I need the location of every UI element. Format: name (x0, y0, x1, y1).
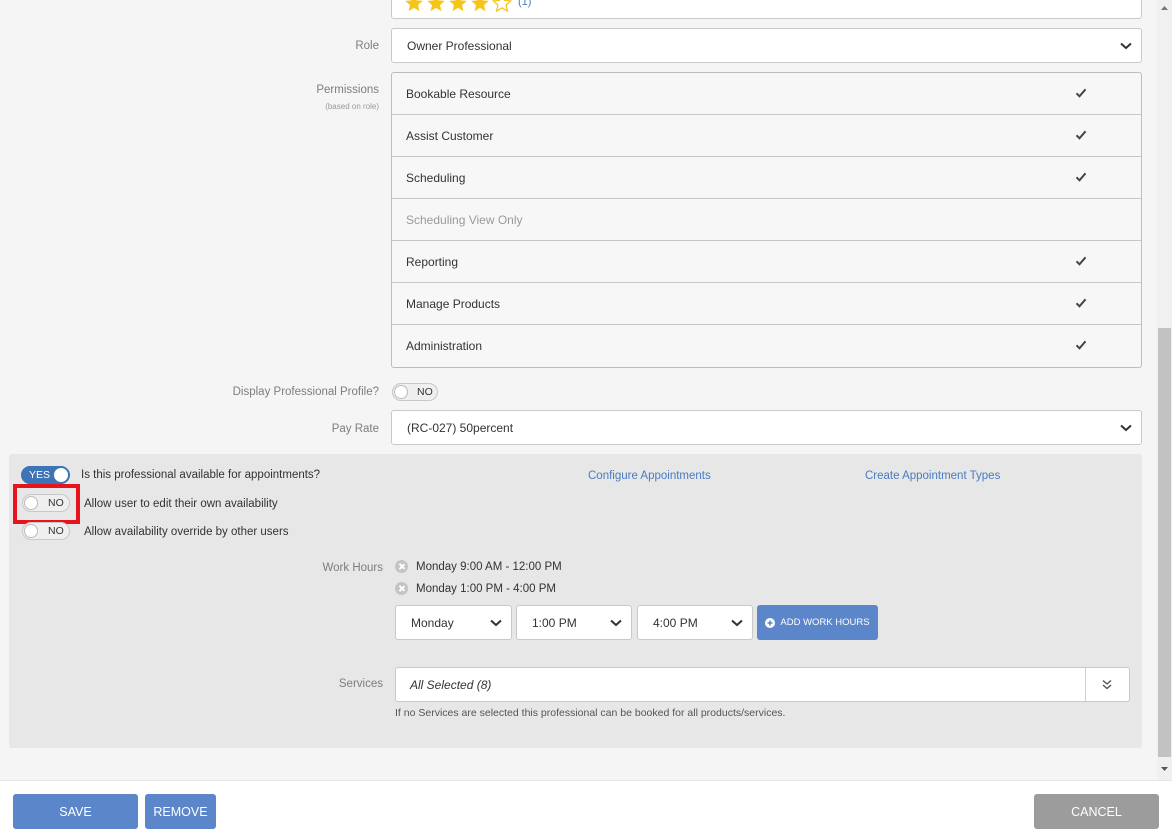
toggle-knob (24, 496, 38, 510)
toggle-knob (24, 524, 38, 538)
check-icon (1075, 256, 1087, 266)
permission-label: Assist Customer (406, 128, 494, 143)
configure-appointments-link[interactable]: Configure Appointments (588, 470, 711, 482)
work-hours-entry: Monday 1:00 PM - 4:00 PM (416, 583, 556, 595)
save-button[interactable]: SAVE (13, 794, 138, 829)
rating-count: (1) (518, 0, 532, 8)
toggle-knob (54, 468, 68, 482)
day-select-value: Monday (411, 615, 454, 630)
services-select[interactable]: All Selected (8) (395, 667, 1130, 702)
role-value: Owner Professional (407, 38, 512, 53)
chevron-down-icon (610, 619, 622, 626)
remove-icon[interactable] (395, 582, 408, 595)
create-appointment-types-link[interactable]: Create Appointment Types (865, 470, 1000, 482)
permission-row-scheduling-view-only: Scheduling View Only (392, 199, 1141, 241)
scrollbar-thumb[interactable] (1158, 328, 1171, 757)
permission-label: Reporting (406, 254, 459, 269)
services-label: Services (338, 678, 383, 690)
permission-row-assist-customer: Assist Customer (392, 115, 1141, 157)
services-toggle-area[interactable] (1085, 668, 1129, 701)
remove-button[interactable]: REMOVE (145, 794, 216, 829)
double-chevron-down-icon (1102, 679, 1112, 690)
edit-own-availability-label: Allow user to edit their own availabilit… (84, 498, 278, 510)
permission-row-reporting: Reporting (392, 241, 1141, 283)
star-filled-icon (405, 0, 423, 12)
permissions-sublabel: (based on role) (325, 102, 379, 111)
permissions-label: Permissions (316, 84, 379, 96)
pay-rate-label: Pay Rate (331, 423, 379, 435)
check-icon (1075, 340, 1087, 350)
start-time-value: 1:00 PM (532, 615, 577, 630)
scroll-up-icon[interactable] (1157, 2, 1172, 14)
work-hours-entry: Monday 9:00 AM - 12:00 PM (416, 561, 562, 573)
star-empty-icon (492, 0, 512, 13)
permissions-list: Bookable Resource Assist Customer Schedu… (391, 72, 1142, 368)
services-value: All Selected (8) (410, 677, 492, 692)
remove-icon[interactable] (395, 560, 408, 573)
permission-label: Bookable Resource (406, 86, 511, 101)
check-icon (1075, 172, 1087, 182)
scroll-down-icon[interactable] (1157, 763, 1172, 775)
day-select[interactable]: Monday (395, 605, 512, 640)
role-select[interactable]: Owner Professional (391, 28, 1142, 63)
add-work-hours-label: ADD WORK HOURS (780, 617, 870, 628)
chevron-down-icon (490, 619, 502, 626)
start-time-select[interactable]: 1:00 PM (516, 605, 632, 640)
star-filled-icon (449, 0, 467, 12)
star-filled-icon (427, 0, 445, 12)
toggle-knob (394, 385, 408, 399)
edit-own-availability-toggle[interactable]: NO (22, 494, 70, 512)
permission-label: Scheduling (406, 170, 466, 185)
plus-circle-icon (765, 617, 776, 628)
toggle-text: NO (48, 525, 64, 537)
add-work-hours-button[interactable]: ADD WORK HOURS (757, 605, 878, 640)
permission-row-scheduling: Scheduling (392, 157, 1141, 199)
override-availability-label: Allow availability override by other use… (84, 526, 289, 538)
check-icon (1075, 298, 1087, 308)
chevron-down-icon (1120, 424, 1132, 431)
cancel-button[interactable]: CANCEL (1034, 794, 1159, 829)
star-rating[interactable]: (1) (404, 0, 531, 13)
available-label: Is this professional available for appoi… (81, 469, 321, 481)
rating-field: (1) (391, 0, 1142, 19)
check-icon (1075, 88, 1087, 98)
chevron-down-icon (1120, 42, 1132, 49)
role-label: Role (355, 40, 379, 52)
toggle-text: YES (29, 469, 51, 481)
chevron-down-icon (731, 619, 743, 626)
display-profile-toggle[interactable]: NO (392, 383, 438, 401)
services-note: If no Services are selected this profess… (395, 707, 786, 719)
permission-row-administration: Administration (392, 325, 1141, 367)
permission-label: Scheduling View Only (406, 212, 523, 227)
pay-rate-select[interactable]: (RC-027) 50percent (391, 410, 1142, 445)
end-time-value: 4:00 PM (653, 615, 698, 630)
check-icon (1075, 130, 1087, 140)
toggle-text: NO (48, 497, 64, 509)
toggle-text: NO (417, 386, 433, 398)
available-toggle[interactable]: YES (21, 466, 70, 484)
end-time-select[interactable]: 4:00 PM (637, 605, 753, 640)
work-hours-label: Work Hours (322, 562, 384, 574)
permission-label: Manage Products (406, 296, 501, 311)
permission-row-bookable-resource: Bookable Resource (392, 73, 1141, 115)
star-filled-icon (471, 0, 489, 12)
pay-rate-value: (RC-027) 50percent (407, 420, 514, 435)
scrollbar[interactable] (1157, 0, 1172, 780)
permission-row-manage-products: Manage Products (392, 283, 1141, 325)
override-availability-toggle[interactable]: NO (22, 522, 70, 540)
display-profile-label: Display Professional Profile? (232, 386, 379, 398)
permission-label: Administration (406, 339, 483, 353)
